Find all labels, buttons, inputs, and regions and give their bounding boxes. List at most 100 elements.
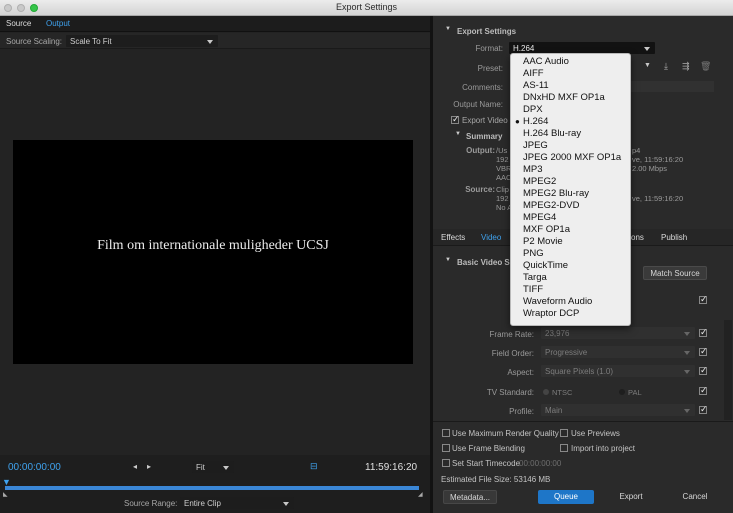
playhead-icon[interactable]: ▼ bbox=[2, 477, 11, 487]
width-checkbox[interactable] bbox=[699, 294, 708, 305]
set-in-point-icon[interactable]: ◂ bbox=[133, 462, 137, 471]
summary-title: Summary bbox=[466, 132, 503, 141]
in-point-marker[interactable]: ◣ bbox=[3, 491, 8, 498]
frame-rate-dropdown[interactable]: 23,976 bbox=[541, 327, 695, 339]
aspect-match-checkbox[interactable] bbox=[699, 365, 708, 376]
menu-item[interactable]: AAC Audio bbox=[523, 56, 569, 67]
field-order-label: Field Order: bbox=[491, 349, 534, 358]
bottom-options-separator bbox=[433, 421, 733, 422]
field-order-dropdown[interactable]: Progressive bbox=[541, 346, 695, 358]
menu-item[interactable]: MPEG4 bbox=[523, 212, 556, 223]
metadata-button[interactable]: Metadata... bbox=[443, 490, 497, 504]
source-scaling-dropdown[interactable]: Scale To Fit bbox=[66, 35, 218, 47]
preset-label: Preset: bbox=[477, 64, 503, 73]
menu-item[interactable]: JPEG bbox=[523, 140, 548, 151]
tab-publish[interactable]: Publish bbox=[661, 233, 687, 242]
menu-item[interactable]: PNG bbox=[523, 248, 544, 259]
menu-item[interactable]: MXF OP1a bbox=[523, 224, 570, 235]
menu-item[interactable]: AS-11 bbox=[523, 80, 549, 91]
frame-blending-checkbox[interactable] bbox=[442, 444, 450, 452]
match-source-button[interactable]: Match Source bbox=[643, 266, 707, 280]
menu-item[interactable]: H.264 Blu-ray bbox=[523, 128, 581, 139]
out-point-marker[interactable]: ◢ bbox=[418, 491, 423, 498]
duration-timecode: 11:59:16:20 bbox=[365, 462, 418, 473]
video-settings-disclosure-icon[interactable]: ▼ bbox=[445, 257, 451, 263]
summary-disclosure-icon[interactable]: ▼ bbox=[455, 131, 461, 137]
timeline-area: 00:00:00:00 ◂ ▸ Fit ⊟ 11:59:16:20 ▼ ◣ ◢ … bbox=[0, 455, 430, 513]
menu-item[interactable]: DNxHD MXF OP1a bbox=[523, 92, 605, 103]
frame-rate-label: Frame Rate: bbox=[489, 330, 534, 339]
menu-item[interactable]: MPEG2 bbox=[523, 176, 556, 187]
preset-dropdown-caret[interactable]: ▼ bbox=[644, 62, 651, 69]
window-title: Export Settings bbox=[335, 2, 398, 12]
import-into-project-checkbox[interactable] bbox=[560, 444, 568, 452]
source-range-dropdown[interactable]: Entire Clip bbox=[180, 497, 294, 509]
tab-video[interactable]: Video bbox=[481, 233, 501, 242]
comments-label: Comments: bbox=[462, 83, 503, 92]
tab-captions[interactable]: ons bbox=[631, 233, 644, 242]
source-scaling-label: Source Scaling: bbox=[6, 37, 63, 46]
start-timecode-field[interactable]: 00:00:00:00 bbox=[519, 459, 561, 468]
tab-effects[interactable]: Effects bbox=[441, 233, 465, 242]
menu-item[interactable]: Waveform Audio bbox=[523, 296, 592, 307]
set-start-timecode-checkbox[interactable] bbox=[442, 459, 450, 467]
menu-item[interactable]: TIFF bbox=[523, 284, 543, 295]
queue-button[interactable]: Queue bbox=[538, 490, 594, 504]
use-previews-checkbox[interactable] bbox=[560, 429, 568, 437]
menu-item-selected[interactable]: H.264 bbox=[523, 116, 548, 127]
export-video-checkbox[interactable] bbox=[451, 114, 460, 125]
import-preset-icon[interactable]: ⇶ bbox=[682, 61, 690, 72]
menu-item[interactable]: MPEG2-DVD bbox=[523, 200, 579, 211]
fit-dropdown[interactable]: Fit bbox=[192, 461, 234, 473]
frame-rate-match-checkbox[interactable] bbox=[699, 327, 708, 338]
summary-source-label: Source: bbox=[465, 185, 495, 194]
chevron-down-icon bbox=[684, 409, 690, 413]
menu-item[interactable]: JPEG 2000 MXF OP1a bbox=[523, 152, 621, 163]
export-video-label: Export Video bbox=[462, 116, 508, 125]
menu-item[interactable]: DPX bbox=[523, 104, 543, 115]
menu-item[interactable]: MPEG2 Blu-ray bbox=[523, 188, 589, 199]
frame-blending-label: Use Frame Blending bbox=[452, 444, 525, 453]
estimated-file-size: Estimated File Size: 53146 MB bbox=[441, 475, 551, 484]
menu-item[interactable]: QuickTime bbox=[523, 260, 568, 271]
comments-field[interactable] bbox=[630, 81, 714, 92]
tab-output[interactable]: Output bbox=[46, 19, 70, 28]
format-value: H.264 bbox=[513, 44, 535, 53]
tab-source[interactable]: Source bbox=[6, 19, 31, 28]
save-preset-icon[interactable]: ⤓ bbox=[664, 61, 668, 72]
current-timecode[interactable]: 00:00:00:00 bbox=[8, 462, 61, 473]
menu-item[interactable]: Targa bbox=[523, 272, 547, 283]
menu-item[interactable]: AIFF bbox=[523, 68, 544, 79]
pal-label: PAL bbox=[628, 388, 642, 397]
export-settings-title: Export Settings bbox=[457, 27, 517, 36]
source-range-value: Entire Clip bbox=[184, 499, 221, 508]
set-out-point-icon[interactable]: ▸ bbox=[147, 462, 151, 471]
menu-item[interactable]: MP3 bbox=[523, 164, 543, 175]
profile-match-checkbox[interactable] bbox=[699, 404, 708, 415]
timeline-scrubber[interactable] bbox=[5, 486, 419, 490]
summary-output-line: /Us bbox=[496, 146, 508, 155]
source-range-label: Source Range: bbox=[124, 499, 178, 508]
selected-bullet-icon: ● bbox=[515, 117, 520, 126]
aspect-toggle-icon[interactable]: ⊟ bbox=[310, 461, 318, 472]
import-into-project-label: Import into project bbox=[571, 444, 636, 453]
profile-dropdown[interactable]: Main bbox=[541, 404, 695, 416]
field-order-match-checkbox[interactable] bbox=[699, 346, 708, 357]
tv-standard-match-checkbox[interactable] bbox=[699, 385, 708, 396]
max-render-quality-checkbox[interactable] bbox=[442, 429, 450, 437]
video-preview: Film om internationale muligheder UCSJ bbox=[13, 140, 413, 364]
field-order-value: Progressive bbox=[545, 348, 588, 357]
frame-rate-value: 23,976 bbox=[545, 329, 570, 338]
aspect-dropdown[interactable]: Square Pixels (1.0) bbox=[541, 365, 695, 377]
menu-item[interactable]: Wraptor DCP bbox=[523, 308, 579, 319]
ntsc-radio[interactable] bbox=[543, 389, 549, 395]
pal-radio[interactable] bbox=[619, 389, 625, 395]
menu-item[interactable]: P2 Movie bbox=[523, 236, 563, 247]
export-button[interactable]: Export bbox=[603, 490, 659, 504]
source-scaling-value: Scale To Fit bbox=[70, 37, 112, 46]
settings-scrollbar[interactable] bbox=[724, 320, 732, 420]
cancel-button[interactable]: Cancel bbox=[667, 490, 723, 504]
delete-preset-icon[interactable]: 🗑 bbox=[700, 61, 711, 72]
disclosure-triangle-icon[interactable]: ▼ bbox=[445, 26, 451, 32]
profile-value: Main bbox=[545, 406, 563, 415]
